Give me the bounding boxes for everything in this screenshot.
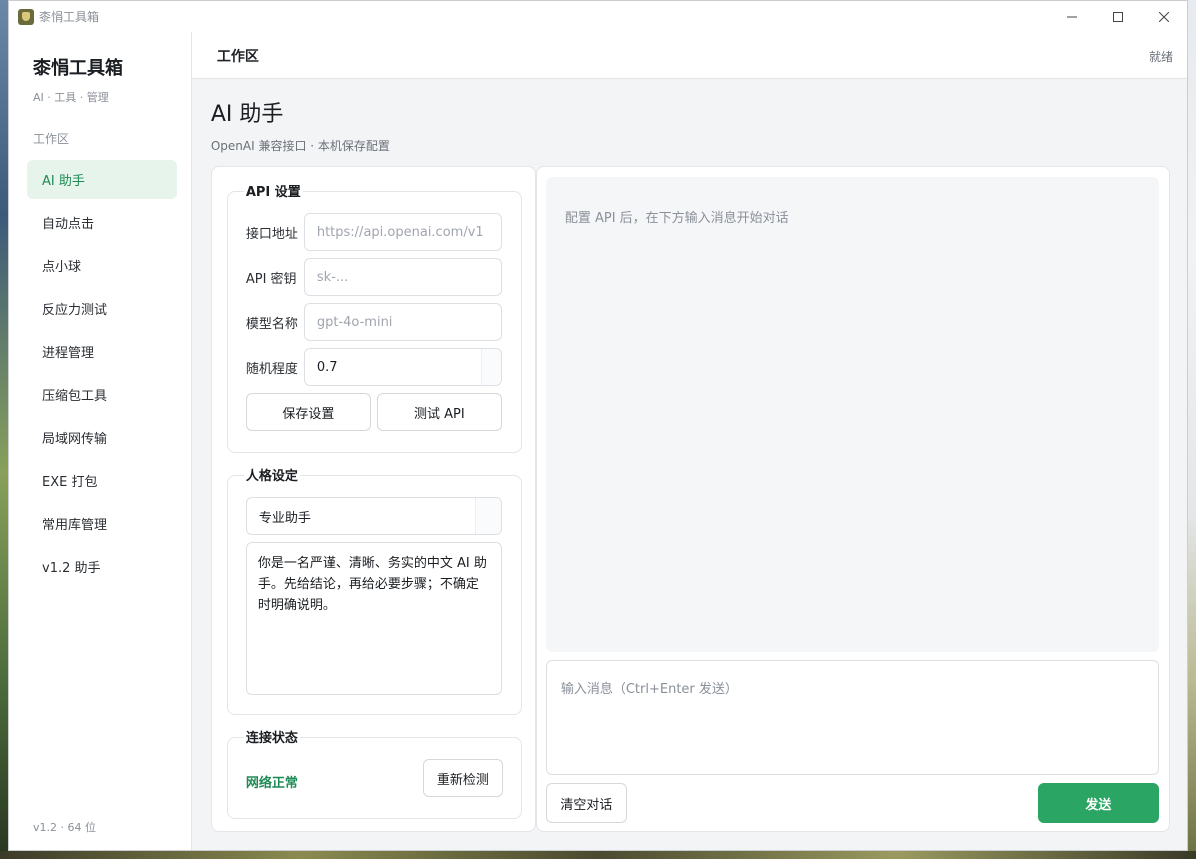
settings-panel: API 设置 接口地址 https://api.openai.com/v1 AP… <box>210 166 536 832</box>
sidebar-item-process-manager[interactable]: 进程管理 <box>27 332 177 371</box>
status-text: 就绪 <box>1148 50 1173 64</box>
top-bar: 工作区 就绪 <box>191 32 1187 79</box>
sidebar-item-v12-assistant[interactable]: v1.2 助手 <box>27 547 177 586</box>
sidebar: 桼悁工具箱 AI · 工具 · 管理 工作区 AI 助手 自动点击 点小球 反应… <box>9 32 192 850</box>
temperature-value: 0.7 <box>316 359 338 375</box>
topbar-title: 工作区 <box>216 49 259 65</box>
connection-title: 连接状态 <box>243 727 300 746</box>
version-label: v1.2 · 64 位 <box>33 821 96 834</box>
connection-group: 连接状态 网络正常 重新检测 <box>226 727 522 819</box>
sidebar-item-archive-tool[interactable]: 压缩包工具 <box>27 375 177 414</box>
close-button[interactable] <box>1141 1 1187 32</box>
dropdown-arrow-icon[interactable] <box>474 498 501 534</box>
endpoint-label: 接口地址 <box>245 226 298 242</box>
app-window: 桼悁工具箱 桼悁工具箱 AI · 工具 · 管理 工作区 AI 助手 自动点击 … <box>8 0 1188 851</box>
sidebar-item-exe-packager[interactable]: EXE 打包 <box>27 461 177 500</box>
send-button[interactable]: 发送 <box>1037 783 1159 823</box>
persona-title: 人格设定 <box>243 465 300 484</box>
minimize-icon <box>1067 16 1077 17</box>
page-subtitle: OpenAI 兼容接口 · 本机保存配置 <box>210 139 390 153</box>
sidebar-item-reaction-test[interactable]: 反应力测试 <box>27 289 177 328</box>
model-label: 模型名称 <box>245 316 298 332</box>
message-input[interactable]: 输入消息（Ctrl+Enter 发送） <box>545 660 1159 775</box>
maximize-button[interactable] <box>1095 1 1141 32</box>
api-key-input[interactable]: sk-... <box>303 258 502 296</box>
sidebar-item-lan-transfer[interactable]: 局域网传输 <box>27 418 177 457</box>
api-key-label: API 密钥 <box>245 271 297 287</box>
endpoint-input[interactable]: https://api.openai.com/v1 <box>303 213 502 251</box>
test-api-button[interactable]: 测试 API <box>376 393 502 431</box>
chat-history[interactable]: 配置 API 后，在下方输入消息开始对话 <box>545 177 1159 652</box>
persona-group: 人格设定 专业助手 你是一名严谨、清晰、务实的中文 AI 助手。先给结论，再给必… <box>226 465 522 715</box>
temperature-spinbox[interactable]: 0.7 <box>303 348 502 386</box>
nav-section-label: 工作区 <box>33 132 70 146</box>
title-bar[interactable]: 桼悁工具箱 <box>9 1 1187 32</box>
brand-tagline: AI · 工具 · 管理 <box>33 91 109 104</box>
persona-select[interactable]: 专业助手 <box>245 497 502 535</box>
sidebar-item-ai-assistant[interactable]: AI 助手 <box>27 160 177 199</box>
minimize-button[interactable] <box>1049 1 1095 32</box>
main-content: 工作区 就绪 AI 助手 OpenAI 兼容接口 · 本机保存配置 API 设置… <box>191 32 1187 850</box>
clear-chat-button[interactable]: 清空对话 <box>545 783 627 823</box>
brand-title: 桼悁工具箱 <box>33 58 123 79</box>
window-controls <box>1049 1 1187 32</box>
save-settings-button[interactable]: 保存设置 <box>245 393 371 431</box>
api-settings-title: API 设置 <box>243 181 303 200</box>
window-title: 桼悁工具箱 <box>39 10 100 24</box>
network-status: 网络正常 <box>245 776 298 791</box>
persona-selected: 专业助手 <box>258 510 311 526</box>
persona-prompt-textarea[interactable]: 你是一名严谨、清晰、务实的中文 AI 助手。先给结论，再给必要步骤；不确定时明确… <box>245 542 502 695</box>
model-input[interactable]: gpt-4o-mini <box>303 303 502 341</box>
chat-panel: 配置 API 后，在下方输入消息开始对话 输入消息（Ctrl+Enter 发送）… <box>535 166 1170 832</box>
close-icon <box>1159 11 1169 22</box>
sidebar-nav: AI 助手 自动点击 点小球 反应力测试 进程管理 压缩包工具 局域网传输 EX… <box>27 160 177 590</box>
desktop-background-left <box>0 0 8 859</box>
desktop-background-right <box>1188 0 1196 859</box>
page-title: AI 助手 <box>210 102 284 127</box>
app-icon <box>18 8 34 25</box>
chat-hint: 配置 API 后，在下方输入消息开始对话 <box>564 211 789 226</box>
maximize-icon <box>1113 11 1123 22</box>
sidebar-item-auto-click[interactable]: 自动点击 <box>27 203 177 242</box>
desktop-background-bottom <box>0 851 1196 859</box>
sidebar-item-click-ball[interactable]: 点小球 <box>27 246 177 285</box>
sidebar-item-library-manager[interactable]: 常用库管理 <box>27 504 177 543</box>
api-settings-group: API 设置 接口地址 https://api.openai.com/v1 AP… <box>226 181 522 453</box>
spin-arrows-icon[interactable] <box>480 349 501 385</box>
recheck-button[interactable]: 重新检测 <box>422 759 503 797</box>
temperature-label: 随机程度 <box>245 361 298 377</box>
